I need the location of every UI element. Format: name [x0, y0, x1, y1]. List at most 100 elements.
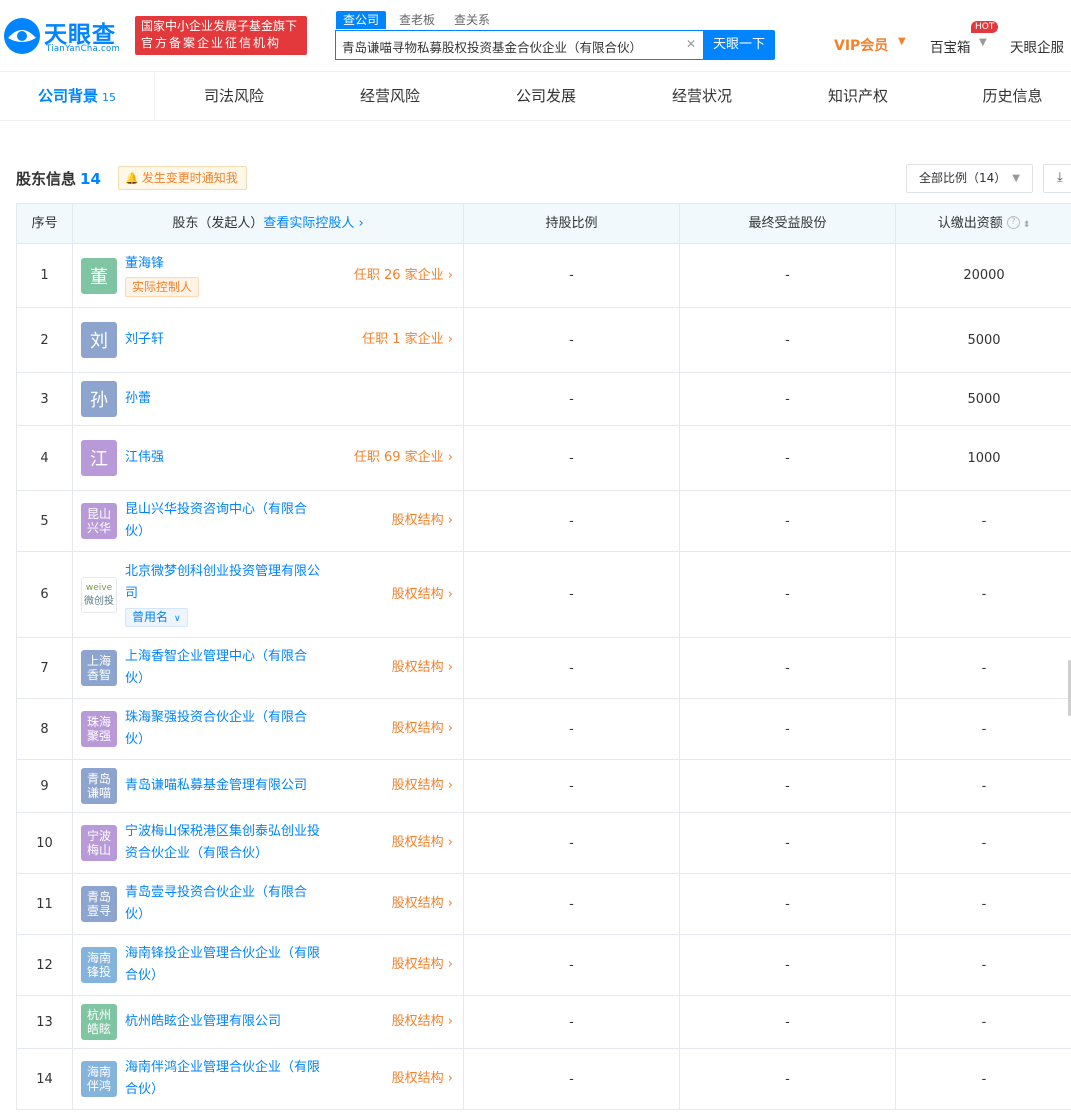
- help-icon[interactable]: ?: [1006, 216, 1020, 229]
- qifu-link[interactable]: 天眼企服: [1010, 36, 1064, 56]
- chevron-right-icon: ›: [443, 268, 453, 283]
- tab-ip[interactable]: 知识产权: [798, 73, 918, 120]
- search-tab-boss[interactable]: 查老板: [399, 11, 435, 29]
- holder-avatar[interactable]: 刘: [81, 322, 117, 358]
- holder-action-link[interactable]: 股权结构 ›: [392, 1068, 453, 1090]
- search-button[interactable]: 天眼一下: [703, 30, 775, 60]
- holder-name[interactable]: 伙）: [125, 668, 151, 690]
- holder-name[interactable]: 刘子轩: [125, 329, 164, 351]
- holder-avatar[interactable]: 宁波 梅山: [81, 825, 117, 861]
- sort-icon[interactable]: ⬍: [1023, 220, 1031, 230]
- holder-action-label: 股权结构: [391, 1014, 444, 1029]
- holder-avatar[interactable]: 杭州 皓眩: [81, 1004, 117, 1040]
- holder-name[interactable]: 孙蕾: [125, 388, 151, 410]
- avatar-text: 青岛: [86, 890, 111, 904]
- search-tab-company[interactable]: 查公司: [336, 11, 387, 29]
- view-actual-controller-label: 查看实际控股人: [263, 216, 355, 231]
- holder-name[interactable]: 合伙）: [125, 1079, 164, 1101]
- holder-action-link[interactable]: 任职 1 家企业 ›: [362, 329, 453, 351]
- holder-action-link[interactable]: 股权结构 ›: [392, 775, 453, 797]
- row-index: 11: [17, 874, 73, 934]
- holder-action-link[interactable]: 股权结构 ›: [392, 657, 453, 679]
- holder-name[interactable]: 北京微梦创科创业投资管理有限公: [125, 561, 320, 583]
- official-badge: 国家中小企业发展子基金旗下 官方备案企业征信机构: [135, 16, 307, 55]
- holder-action-link[interactable]: 股权结构 ›: [392, 718, 453, 740]
- final-benefit-cell: -: [680, 244, 896, 307]
- holder-name[interactable]: 杭州皓眩企业管理有限公司: [125, 1011, 281, 1033]
- holder-name[interactable]: 伙）: [125, 729, 151, 751]
- tab-company-development[interactable]: 公司发展: [486, 73, 606, 120]
- search-input[interactable]: 青岛谦喵寻物私募股权投资基金合伙企业（有限合伙） ✕: [335, 30, 704, 60]
- holder-name[interactable]: 资合伙企业（有限合伙）: [125, 843, 268, 865]
- tab-history[interactable]: 历史信息: [954, 73, 1071, 120]
- holder-action-link[interactable]: 股权结构 ›: [392, 510, 453, 532]
- holder-action-link[interactable]: 股权结构 ›: [392, 832, 453, 854]
- notify-button[interactable]: 🔔 发生变更时通知我: [118, 166, 247, 190]
- former-name-tag[interactable]: 曾用名 ∨: [125, 608, 188, 627]
- holder-avatar[interactable]: 孙: [81, 381, 117, 417]
- holder-name[interactable]: 昆山兴华投资咨询中心（有限合: [125, 499, 307, 521]
- caret-down-icon: ▼: [898, 36, 906, 47]
- holder-avatar[interactable]: 江: [81, 440, 117, 476]
- holder-action-link[interactable]: 股权结构 ›: [392, 1011, 453, 1033]
- tab-legal-risk[interactable]: 司法风险: [174, 73, 294, 120]
- holder-avatar[interactable]: 董: [81, 258, 117, 294]
- final-benefit-cell: -: [680, 760, 896, 812]
- search-tab-relation[interactable]: 查关系: [454, 11, 490, 29]
- vip-member-link[interactable]: VIP会员: [834, 35, 888, 55]
- holder-name[interactable]: 伙）: [125, 521, 151, 543]
- holder-name[interactable]: 江伟强: [125, 447, 164, 469]
- holder-cell: 孙孙蕾: [73, 373, 464, 425]
- header-amount[interactable]: 认缴出资额? ⬍: [896, 204, 1071, 243]
- holder-action-link[interactable]: 任职 69 家企业 ›: [354, 447, 453, 469]
- ratio-filter-select[interactable]: 全部比例（14） ▼: [906, 164, 1033, 193]
- holder-action-label: 股权结构: [391, 1071, 444, 1086]
- holder-avatar[interactable]: 珠海 聚强: [81, 711, 117, 747]
- holder-name[interactable]: 司: [125, 583, 138, 605]
- ratio-cell: -: [464, 244, 680, 307]
- holder-name[interactable]: 海南锋投企业管理合伙企业（有限: [125, 943, 320, 965]
- avatar-text: 青岛: [86, 772, 111, 786]
- holder-name[interactable]: 珠海聚强投资合伙企业（有限合: [125, 707, 307, 729]
- row-index: 2: [17, 308, 73, 372]
- holder-avatar[interactable]: 海南 伴鸿: [81, 1061, 117, 1097]
- holder-avatar[interactable]: weive 微创投: [81, 577, 117, 613]
- holder-action-link[interactable]: 股权结构 ›: [392, 954, 453, 976]
- holder-avatar[interactable]: 昆山 兴华: [81, 503, 117, 539]
- holder-name[interactable]: 伙）: [125, 904, 151, 926]
- holder-name[interactable]: 合伙）: [125, 965, 164, 987]
- holder-name[interactable]: 青岛谦喵私募基金管理有限公司: [125, 775, 307, 797]
- row-index: 4: [17, 426, 73, 490]
- holder-name[interactable]: 海南伴鸿企业管理合伙企业（有限: [125, 1057, 320, 1079]
- amount-cell: 5000: [967, 332, 1001, 348]
- tab-company-background[interactable]: 公司背景 15: [0, 73, 155, 120]
- clear-icon[interactable]: ✕: [686, 37, 696, 51]
- holder-avatar[interactable]: 青岛 谦喵: [81, 768, 117, 804]
- amount-cell: -: [981, 660, 987, 676]
- ratio-cell: -: [464, 491, 680, 551]
- view-actual-controller-link[interactable]: 查看实际控股人 ›: [263, 216, 363, 231]
- holder-action-label: 股权结构: [391, 587, 444, 602]
- tab-operation-risk[interactable]: 经营风险: [330, 73, 450, 120]
- holder-name[interactable]: 青岛壹寻投资合伙企业（有限合: [125, 882, 307, 904]
- holder-avatar[interactable]: 青岛 壹寻: [81, 886, 117, 922]
- holder-avatar[interactable]: 上海 香智: [81, 650, 117, 686]
- ratio-cell: -: [464, 874, 680, 934]
- tab-operation-status[interactable]: 经营状况: [642, 73, 762, 120]
- tianyancha-logo[interactable]: 天眼查 TianYanCha.com: [2, 12, 128, 58]
- final-benefit-cell: -: [680, 996, 896, 1048]
- holder-action-link[interactable]: 任职 26 家企业 ›: [354, 265, 453, 287]
- baobaoxiang-link[interactable]: 百宝箱: [930, 36, 971, 56]
- final-benefit-cell: -: [680, 874, 896, 934]
- holder-avatar[interactable]: 海南 锋投: [81, 947, 117, 983]
- holder-name[interactable]: 宁波梅山保税港区集创泰弘创业投: [125, 821, 320, 843]
- holder-name[interactable]: 上海香智企业管理中心（有限合: [125, 646, 307, 668]
- holder-action-link[interactable]: 股权结构 ›: [392, 893, 453, 915]
- holder-name[interactable]: 董海锋: [125, 253, 164, 275]
- download-button[interactable]: ⤓: [1043, 164, 1071, 193]
- row-index: 3: [17, 373, 73, 425]
- holder-action-link[interactable]: 股权结构 ›: [392, 584, 453, 606]
- row-index: 10: [17, 813, 73, 873]
- section-count: 14: [80, 170, 101, 188]
- holder-action-label: 股权结构: [391, 835, 444, 850]
